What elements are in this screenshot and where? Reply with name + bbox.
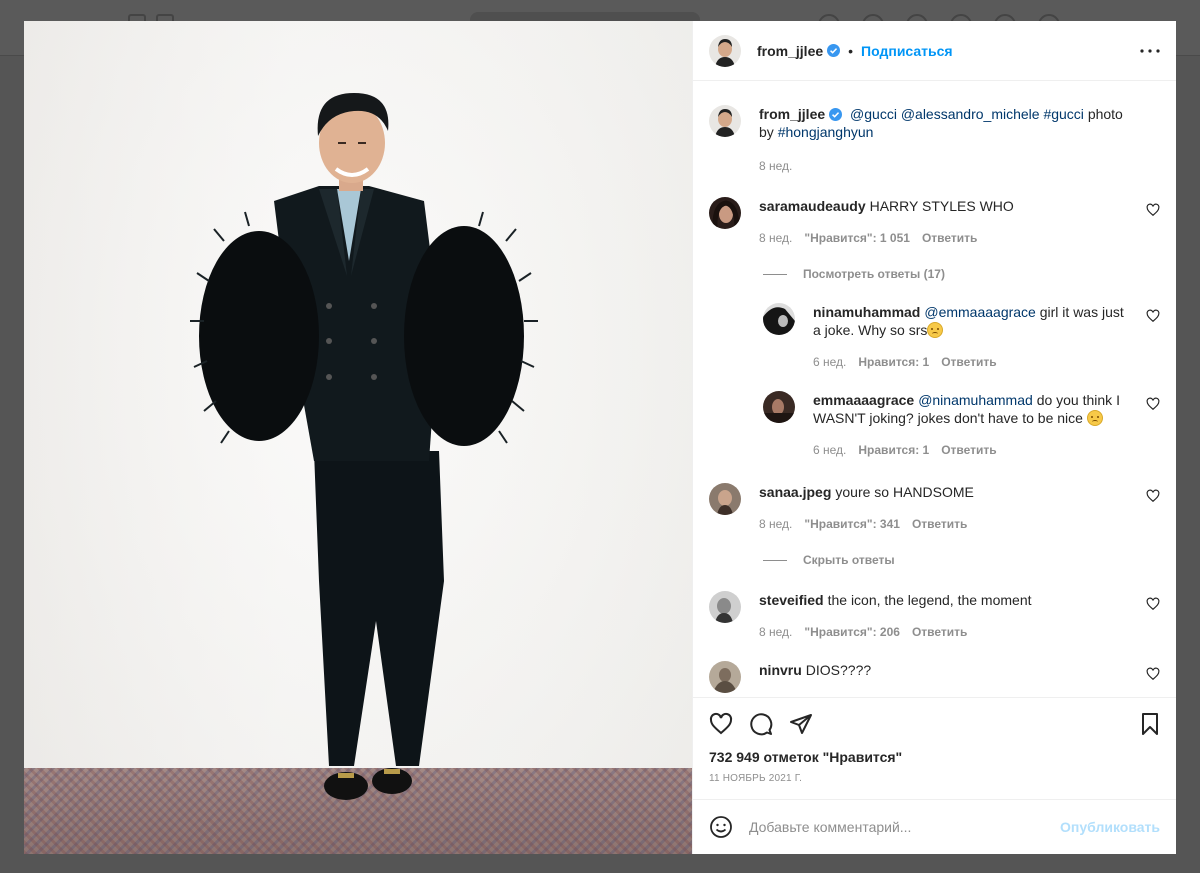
- hashtag-link[interactable]: #hongjanghyun: [778, 124, 874, 140]
- like-comment-heart-icon[interactable]: [1146, 309, 1160, 323]
- comment-input[interactable]: [749, 819, 1061, 835]
- like-comment-heart-icon[interactable]: [1146, 489, 1160, 503]
- comment-username[interactable]: steveified: [759, 592, 824, 608]
- reply-button[interactable]: Ответить: [912, 515, 967, 533]
- comment-username[interactable]: sanaa.jpeg: [759, 484, 831, 500]
- caption: from_jjlee @gucci @alessandro_michele #g…: [709, 105, 1160, 175]
- post-photo[interactable]: [24, 21, 692, 854]
- comment-text: DIOS????: [805, 662, 872, 678]
- follow-button[interactable]: Подписаться: [861, 43, 953, 59]
- comment-item: sanaa.jpeg youre so HANDSOME 8 нед. "Нрави…: [709, 483, 1160, 533]
- like-comment-heart-icon[interactable]: [1146, 203, 1160, 217]
- like-heart-icon[interactable]: [709, 712, 733, 736]
- comment-time[interactable]: 8 нед.: [759, 623, 792, 641]
- post-side-panel: from_jjlee • Подписаться from_jjlee @guc…: [692, 21, 1176, 854]
- separator-dot: •: [848, 42, 854, 59]
- comment-likes[interactable]: "Нравится": 206: [804, 623, 900, 641]
- post-date[interactable]: 11 НОЯБРЬ 2021 Г.: [693, 769, 1176, 799]
- man-in-feather-suit-image: [190, 93, 538, 800]
- verified-badge-icon: [827, 44, 841, 57]
- post-modal: from_jjlee • Подписаться from_jjlee @guc…: [24, 21, 1176, 854]
- caption-username[interactable]: from_jjlee: [759, 106, 825, 122]
- comment-item: steveified the icon, the legend, the mome…: [709, 591, 1160, 641]
- avatar[interactable]: [763, 391, 795, 423]
- avatar[interactable]: [709, 483, 741, 515]
- post-header: from_jjlee • Подписаться: [693, 21, 1176, 81]
- caption-time[interactable]: 8 нед.: [759, 157, 792, 175]
- hashtag-link[interactable]: #gucci: [1043, 106, 1083, 122]
- verified-badge-icon: [829, 108, 843, 121]
- post-author-username[interactable]: from_jjlee: [757, 43, 823, 59]
- sad-emoji-icon: [927, 322, 944, 338]
- comment-time[interactable]: 8 нед.: [759, 229, 792, 247]
- view-replies-toggle[interactable]: Посмотреть ответы (17): [763, 267, 1160, 281]
- publish-button[interactable]: Опубликовать: [1060, 819, 1160, 835]
- like-comment-heart-icon[interactable]: [1146, 667, 1160, 681]
- avatar[interactable]: [709, 197, 741, 229]
- comment-username[interactable]: ninvru: [759, 662, 802, 678]
- reply-time[interactable]: 6 нед.: [813, 353, 846, 371]
- comment-text: HARRY STYLES WHO: [869, 198, 1014, 214]
- comment-item: ninvru DIOS????: [709, 661, 1160, 693]
- reply-item: emmaaaagrace @ninamuhammad do you think I…: [763, 391, 1160, 459]
- avatar[interactable]: [709, 105, 741, 137]
- like-comment-heart-icon[interactable]: [1146, 597, 1160, 611]
- reply-button[interactable]: Ответить: [922, 229, 977, 247]
- comment-username[interactable]: saramaudeaudy: [759, 198, 866, 214]
- reply-button[interactable]: Ответить: [941, 441, 996, 459]
- share-paper-plane-icon[interactable]: [789, 712, 813, 736]
- reply-time[interactable]: 6 нед.: [813, 441, 846, 459]
- mention-link[interactable]: @ninamuhammad: [918, 392, 1033, 408]
- mention-link[interactable]: @alessandro_michele: [901, 106, 1040, 122]
- avatar[interactable]: [709, 34, 741, 67]
- reply-item: ninamuhammad @emmaaaagrace girl it was ju…: [763, 303, 1160, 371]
- comment-likes[interactable]: "Нравится": 341: [804, 515, 900, 533]
- avatar[interactable]: [709, 591, 741, 623]
- reply-button[interactable]: Ответить: [941, 353, 996, 371]
- comment-text: youre so HANDSOME: [835, 484, 974, 500]
- save-bookmark-icon[interactable]: [1138, 712, 1162, 736]
- like-comment-heart-icon[interactable]: [1146, 397, 1160, 411]
- post-actions-bar: [693, 697, 1176, 749]
- add-comment-bar: Опубликовать: [693, 799, 1176, 854]
- comment-text: the icon, the legend, the moment: [827, 592, 1032, 608]
- sad-emoji-icon: [1086, 410, 1103, 426]
- reply-username[interactable]: emmaaaagrace: [813, 392, 914, 408]
- likes-count[interactable]: 732 949 отметок "Нравится": [693, 749, 1176, 769]
- mention-link[interactable]: @gucci: [850, 106, 897, 122]
- reply-likes[interactable]: Нравится: 1: [858, 353, 929, 371]
- view-replies-label[interactable]: Посмотреть ответы (17): [803, 267, 945, 281]
- more-options-icon[interactable]: [1138, 39, 1162, 63]
- reply-likes[interactable]: Нравится: 1: [858, 441, 929, 459]
- comment-item: saramaudeaudy HARRY STYLES WHO 8 нед. "Нра…: [709, 197, 1160, 247]
- comment-bubble-icon[interactable]: [749, 712, 773, 736]
- reply-button[interactable]: Ответить: [912, 623, 967, 641]
- avatar[interactable]: [709, 661, 741, 693]
- comment-time[interactable]: 8 нед.: [759, 515, 792, 533]
- comments-list[interactable]: from_jjlee @gucci @alessandro_michele #g…: [693, 81, 1176, 697]
- comment-likes[interactable]: "Нравится": 1 051: [804, 229, 910, 247]
- hide-replies-toggle[interactable]: Скрыть ответы: [763, 553, 1160, 567]
- hide-replies-label[interactable]: Скрыть ответы: [803, 553, 895, 567]
- mention-link[interactable]: @emmaaaagrace: [924, 304, 1036, 320]
- avatar[interactable]: [763, 303, 795, 335]
- emoji-smiley-icon[interactable]: [709, 815, 733, 839]
- reply-username[interactable]: ninamuhammad: [813, 304, 920, 320]
